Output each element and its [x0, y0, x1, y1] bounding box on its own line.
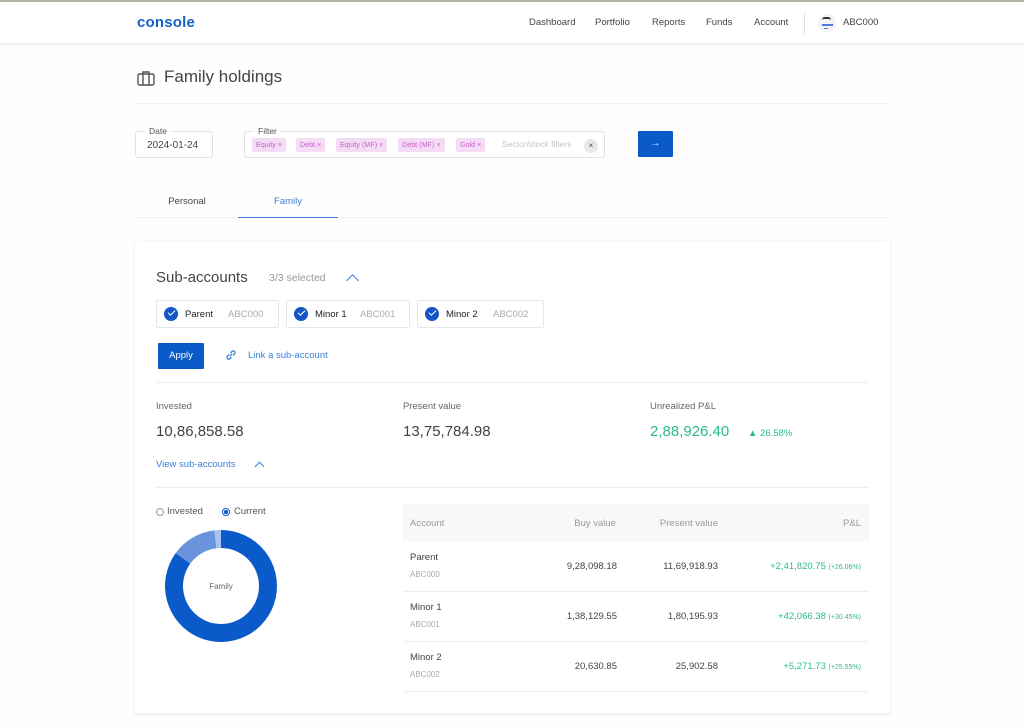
filter-chip-gold[interactable]: Gold ×: [456, 138, 486, 152]
date-label: Date: [145, 126, 171, 136]
header-buy-value: Buy value: [574, 518, 616, 529]
nav-portfolio[interactable]: Portfolio: [595, 17, 630, 28]
user-id[interactable]: ABC000: [843, 17, 878, 28]
divider: [156, 487, 868, 488]
filter-chip-equity-mf[interactable]: Equity (MF) ×: [336, 138, 388, 152]
unrealized-pnl-percent: ▲ 26.58%: [748, 428, 793, 439]
table-row: Parent ABC000 9,28,098.18 11,69,918.93 +…: [403, 542, 869, 592]
row-pnl-value: +42,066.38: [778, 611, 826, 622]
donut-center-label: Family: [209, 582, 233, 591]
collapse-sub-accounts-chevron-up-icon[interactable]: [346, 274, 359, 287]
row-buy-value: 20,630.85: [574, 661, 617, 672]
row-present-value: 25,902.58: [675, 661, 718, 672]
clear-filters-icon[interactable]: ×: [584, 139, 598, 153]
allocation-donut-chart: Family: [165, 530, 277, 642]
row-pnl-value: +2,41,820.75: [770, 561, 826, 572]
date-value[interactable]: 2024-01-24: [147, 140, 198, 151]
present-value: 13,75,784.98: [403, 423, 491, 440]
row-buy-value: 9,28,098.18: [566, 561, 617, 572]
row-pnl-percent: (+30.45%): [828, 614, 862, 621]
view-sub-accounts-link[interactable]: View sub-accounts: [156, 459, 236, 470]
present-value-label: Present value: [403, 401, 462, 412]
table-row: Minor 2 ABC002 20,630.85 25,902.58 +5,27…: [403, 642, 869, 692]
checkbox-checked-icon[interactable]: [294, 307, 308, 321]
top-nav-bar: console Dashboard Portfolio Reports Fund…: [0, 2, 1024, 44]
row-account-name: Minor 2: [410, 652, 442, 663]
nav-divider: [804, 12, 805, 34]
header-account: Account: [410, 518, 445, 529]
unrealized-pnl-label: Unrealized P&L: [650, 401, 717, 412]
sub-account-minor-2[interactable]: Minor 2 ABC002: [417, 300, 544, 328]
row-pnl: +42,066.38 (+30.45%): [778, 611, 861, 622]
filter-field[interactable]: Filter Equity × Debt × Equity (MF) × Deb…: [244, 126, 605, 158]
invested-label: Invested: [156, 401, 192, 412]
selected-count: 3/3 selected: [269, 272, 326, 284]
table-row: Minor 1 ABC001 1,38,129.55 1,80,195.93 +…: [403, 592, 869, 642]
header-pnl: P&L: [843, 518, 861, 529]
tab-family[interactable]: Family: [238, 191, 338, 218]
radio-invested-label[interactable]: Invested: [167, 506, 203, 517]
account-name: Parent: [185, 309, 213, 320]
filter-label: Filter: [254, 126, 281, 136]
account-name: Minor 1: [315, 309, 347, 320]
tab-personal[interactable]: Personal: [137, 191, 237, 218]
row-account-name: Parent: [410, 552, 438, 563]
link-icon[interactable]: [224, 348, 238, 362]
row-pnl-value: +5,271.73: [783, 661, 826, 672]
user-avatar-icon[interactable]: [818, 14, 836, 32]
page-title: Family holdings: [164, 67, 283, 86]
checkbox-checked-icon[interactable]: [425, 307, 439, 321]
account-id: ABC002: [493, 309, 529, 320]
row-pnl-percent: (+26.06%): [828, 564, 862, 571]
apply-button[interactable]: Apply: [158, 343, 204, 369]
family-holdings-card: Sub-accounts 3/3 selected Parent ABC000 …: [135, 241, 890, 713]
nav-account[interactable]: Account: [754, 17, 788, 28]
row-pnl: +5,271.73 (+25.55%): [783, 661, 861, 672]
link-sub-account-link[interactable]: Link a sub-account: [248, 350, 328, 361]
filter-chip-debt-mf[interactable]: Debt (MF) ×: [398, 138, 445, 152]
row-pnl: +2,41,820.75 (+26.06%): [770, 561, 861, 572]
sub-accounts-title: Sub-accounts: [156, 269, 248, 286]
unrealized-pnl-value: 2,88,926.40: [650, 423, 730, 440]
row-account-id: ABC002: [410, 670, 440, 679]
invested-value: 10,86,858.58: [156, 423, 244, 440]
apply-filters-button[interactable]: →: [638, 131, 673, 157]
radio-invested[interactable]: [156, 508, 164, 516]
row-account-id: ABC001: [410, 620, 440, 629]
filter-chip-debt[interactable]: Debt ×: [296, 138, 326, 152]
row-account-id: ABC000: [410, 570, 440, 579]
row-account-name: Minor 1: [410, 602, 442, 613]
row-pnl-percent: (+25.55%): [828, 664, 862, 671]
header-present-value: Present value: [659, 518, 718, 529]
nav-funds[interactable]: Funds: [706, 17, 732, 28]
console-logo[interactable]: console: [137, 14, 195, 31]
radio-current[interactable]: [222, 508, 230, 516]
divider: [156, 382, 868, 383]
account-id: ABC000: [228, 309, 264, 320]
account-id: ABC001: [360, 309, 396, 320]
radio-current-label[interactable]: Current: [234, 506, 266, 517]
checkbox-checked-icon[interactable]: [164, 307, 178, 321]
date-field[interactable]: Date 2024-01-24: [135, 126, 213, 158]
holdings-tabs: Personal Family: [137, 191, 889, 218]
nav-dashboard[interactable]: Dashboard: [529, 17, 575, 28]
filter-chip-equity[interactable]: Equity ×: [252, 138, 287, 152]
nav-reports[interactable]: Reports: [652, 17, 685, 28]
table-header: Account Buy value Present value P&L: [403, 504, 869, 542]
chevron-up-icon[interactable]: [254, 461, 265, 472]
account-name: Minor 2: [446, 309, 478, 320]
row-buy-value: 1,38,129.55: [566, 611, 617, 622]
row-present-value: 1,80,195.93: [667, 611, 718, 622]
page-header: Family holdings: [137, 67, 889, 104]
sector-stock-filter-input[interactable]: Sector/stock filters: [502, 139, 571, 149]
row-present-value: 11,69,918.93: [663, 561, 718, 572]
sub-account-minor-1[interactable]: Minor 1 ABC001: [286, 300, 410, 328]
sub-account-parent[interactable]: Parent ABC000: [156, 300, 279, 328]
briefcase-icon: [137, 71, 155, 86]
